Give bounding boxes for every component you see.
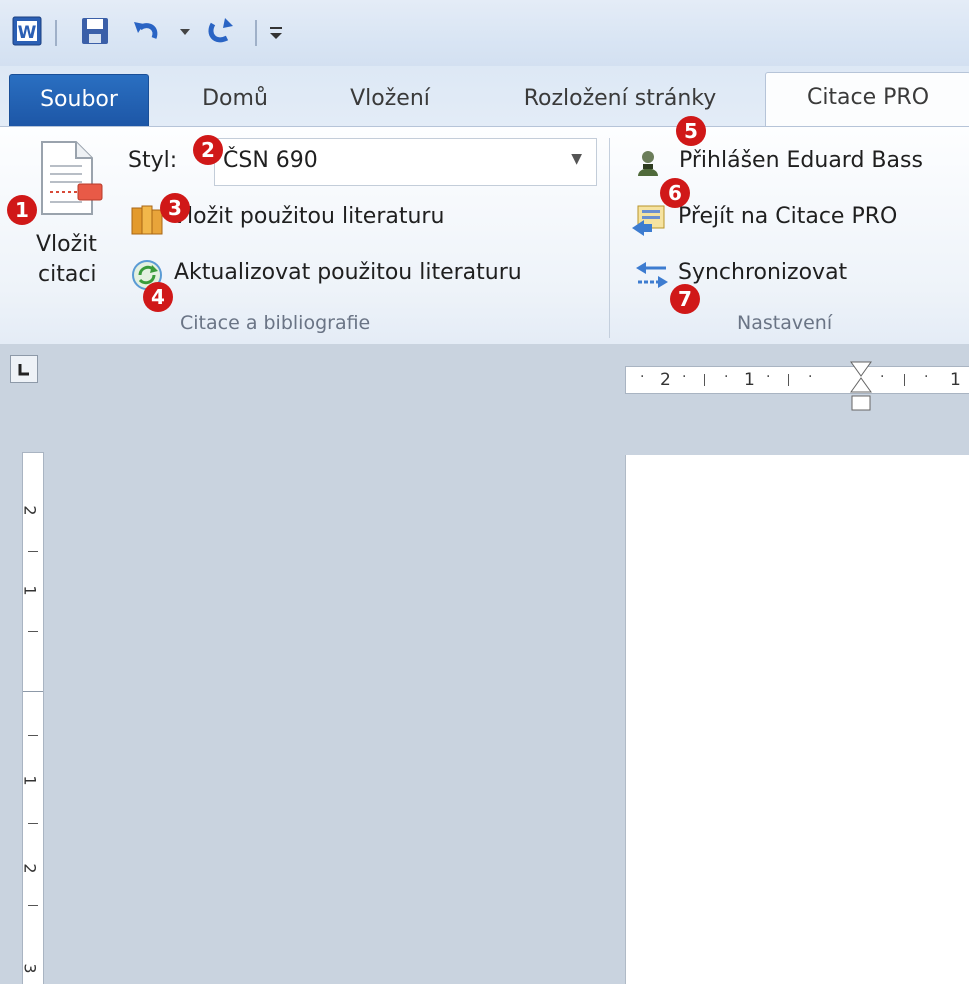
separator — [55, 20, 57, 46]
user-icon — [635, 148, 665, 178]
annotation-badge-7: 7 — [670, 284, 700, 314]
left-tab-icon — [18, 364, 29, 376]
update-bibliography-label: Aktualizovat použitou literaturu — [174, 260, 522, 285]
insert-citation-label-line2: citaci — [38, 262, 97, 287]
word-icon[interactable]: W — [12, 16, 42, 46]
customize-toolbar-icon[interactable] — [268, 22, 286, 42]
ruler-dot: · — [682, 369, 687, 385]
style-label: Styl: — [128, 148, 178, 173]
ruler-tick — [28, 631, 38, 632]
sync-arrows-icon — [632, 258, 672, 292]
ruler-number: 2 — [660, 370, 671, 390]
chevron-down-icon[interactable]: ▼ — [571, 151, 582, 167]
ruler-number: 1 — [950, 370, 961, 390]
ruler-tick — [28, 735, 38, 736]
ruler-dot: · — [880, 369, 885, 385]
group-label-citations: Citace a bibliografie — [180, 312, 371, 334]
tab-home-label: Domů — [202, 86, 268, 111]
svg-text:W: W — [18, 23, 37, 43]
annotation-badge-4: 4 — [143, 282, 173, 312]
insert-citation-label-line1: Vložit — [36, 232, 97, 257]
tab-citace-pro-label: Citace PRO — [806, 85, 930, 110]
document-page[interactable] — [625, 455, 969, 984]
ruler-tick — [28, 551, 38, 552]
tab-file[interactable]: Soubor — [9, 74, 149, 127]
annotation-badge-3: 3 — [160, 193, 190, 223]
ruler-dot: · — [766, 369, 771, 385]
indent-marker[interactable] — [848, 360, 874, 412]
annotation-badge-5: 5 — [676, 116, 706, 146]
ribbon-tabs: Soubor Domů Vložení Rozložení stránky Ci… — [0, 66, 969, 127]
title-bar: W — [0, 0, 969, 66]
save-icon[interactable] — [80, 16, 110, 46]
update-bibliography-button[interactable]: Aktualizovat použitou literaturu — [130, 254, 600, 294]
ruler-dot: · — [724, 369, 729, 385]
ruler-number: 1 — [744, 370, 755, 390]
ruler-tick — [788, 374, 789, 386]
group-label-settings: Nastavení — [737, 312, 833, 334]
ruler-tick — [704, 374, 705, 386]
ruler-number: 1 — [20, 775, 40, 786]
logged-in-user[interactable]: Přihlášen Eduard Bass — [635, 142, 969, 182]
ruler-number: 2 — [20, 505, 40, 516]
ruler-dot: · — [924, 369, 929, 385]
ruler-dot: · — [640, 369, 645, 385]
vertical-ruler[interactable]: 2 1 1 2 3 — [20, 452, 44, 984]
style-dropdown[interactable]: ČSN 690 ▼ — [214, 138, 597, 186]
web-link-icon — [630, 202, 670, 238]
tab-page-layout[interactable]: Rozložení stránky — [485, 74, 755, 126]
group-separator — [609, 138, 610, 338]
redo-icon[interactable] — [205, 16, 237, 46]
tab-home[interactable]: Domů — [170, 74, 300, 126]
ruler-dot: · — [808, 369, 813, 385]
synchronize-label: Synchronizovat — [678, 260, 848, 285]
chevron-down-icon[interactable] — [178, 24, 192, 38]
ruler-number: 2 — [20, 863, 40, 874]
tab-file-label: Soubor — [40, 87, 118, 112]
tab-page-layout-label: Rozložení stránky — [523, 86, 717, 111]
insert-bibliography-label: Vložit použitou literaturu — [172, 204, 445, 229]
horizontal-ruler[interactable]: · 2 · · 1 · · · · 1 — [625, 366, 969, 394]
document-citation-icon — [30, 140, 106, 220]
ruler-tick — [28, 905, 38, 906]
tab-citace-pro[interactable]: Citace PRO — [765, 72, 969, 127]
ruler-number: 1 — [20, 585, 40, 596]
annotation-badge-2: 2 — [193, 135, 223, 165]
tab-insert-label: Vložení — [350, 86, 430, 111]
separator — [255, 20, 257, 46]
go-to-citace-pro-label: Přejít na Citace PRO — [678, 204, 898, 229]
ruler-tick — [904, 374, 905, 386]
logged-in-label: Přihlášen Eduard Bass — [679, 148, 923, 173]
ruler-margin-boundary — [23, 691, 43, 692]
tab-selector-button[interactable] — [10, 355, 38, 383]
undo-icon[interactable] — [130, 16, 164, 46]
style-dropdown-value: ČSN 690 — [223, 148, 318, 173]
ruler-number: 3 — [20, 963, 40, 974]
ruler-tick — [28, 823, 38, 824]
tab-insert[interactable]: Vložení — [320, 74, 460, 126]
annotation-badge-1: 1 — [7, 195, 37, 225]
annotation-badge-6: 6 — [660, 178, 690, 208]
